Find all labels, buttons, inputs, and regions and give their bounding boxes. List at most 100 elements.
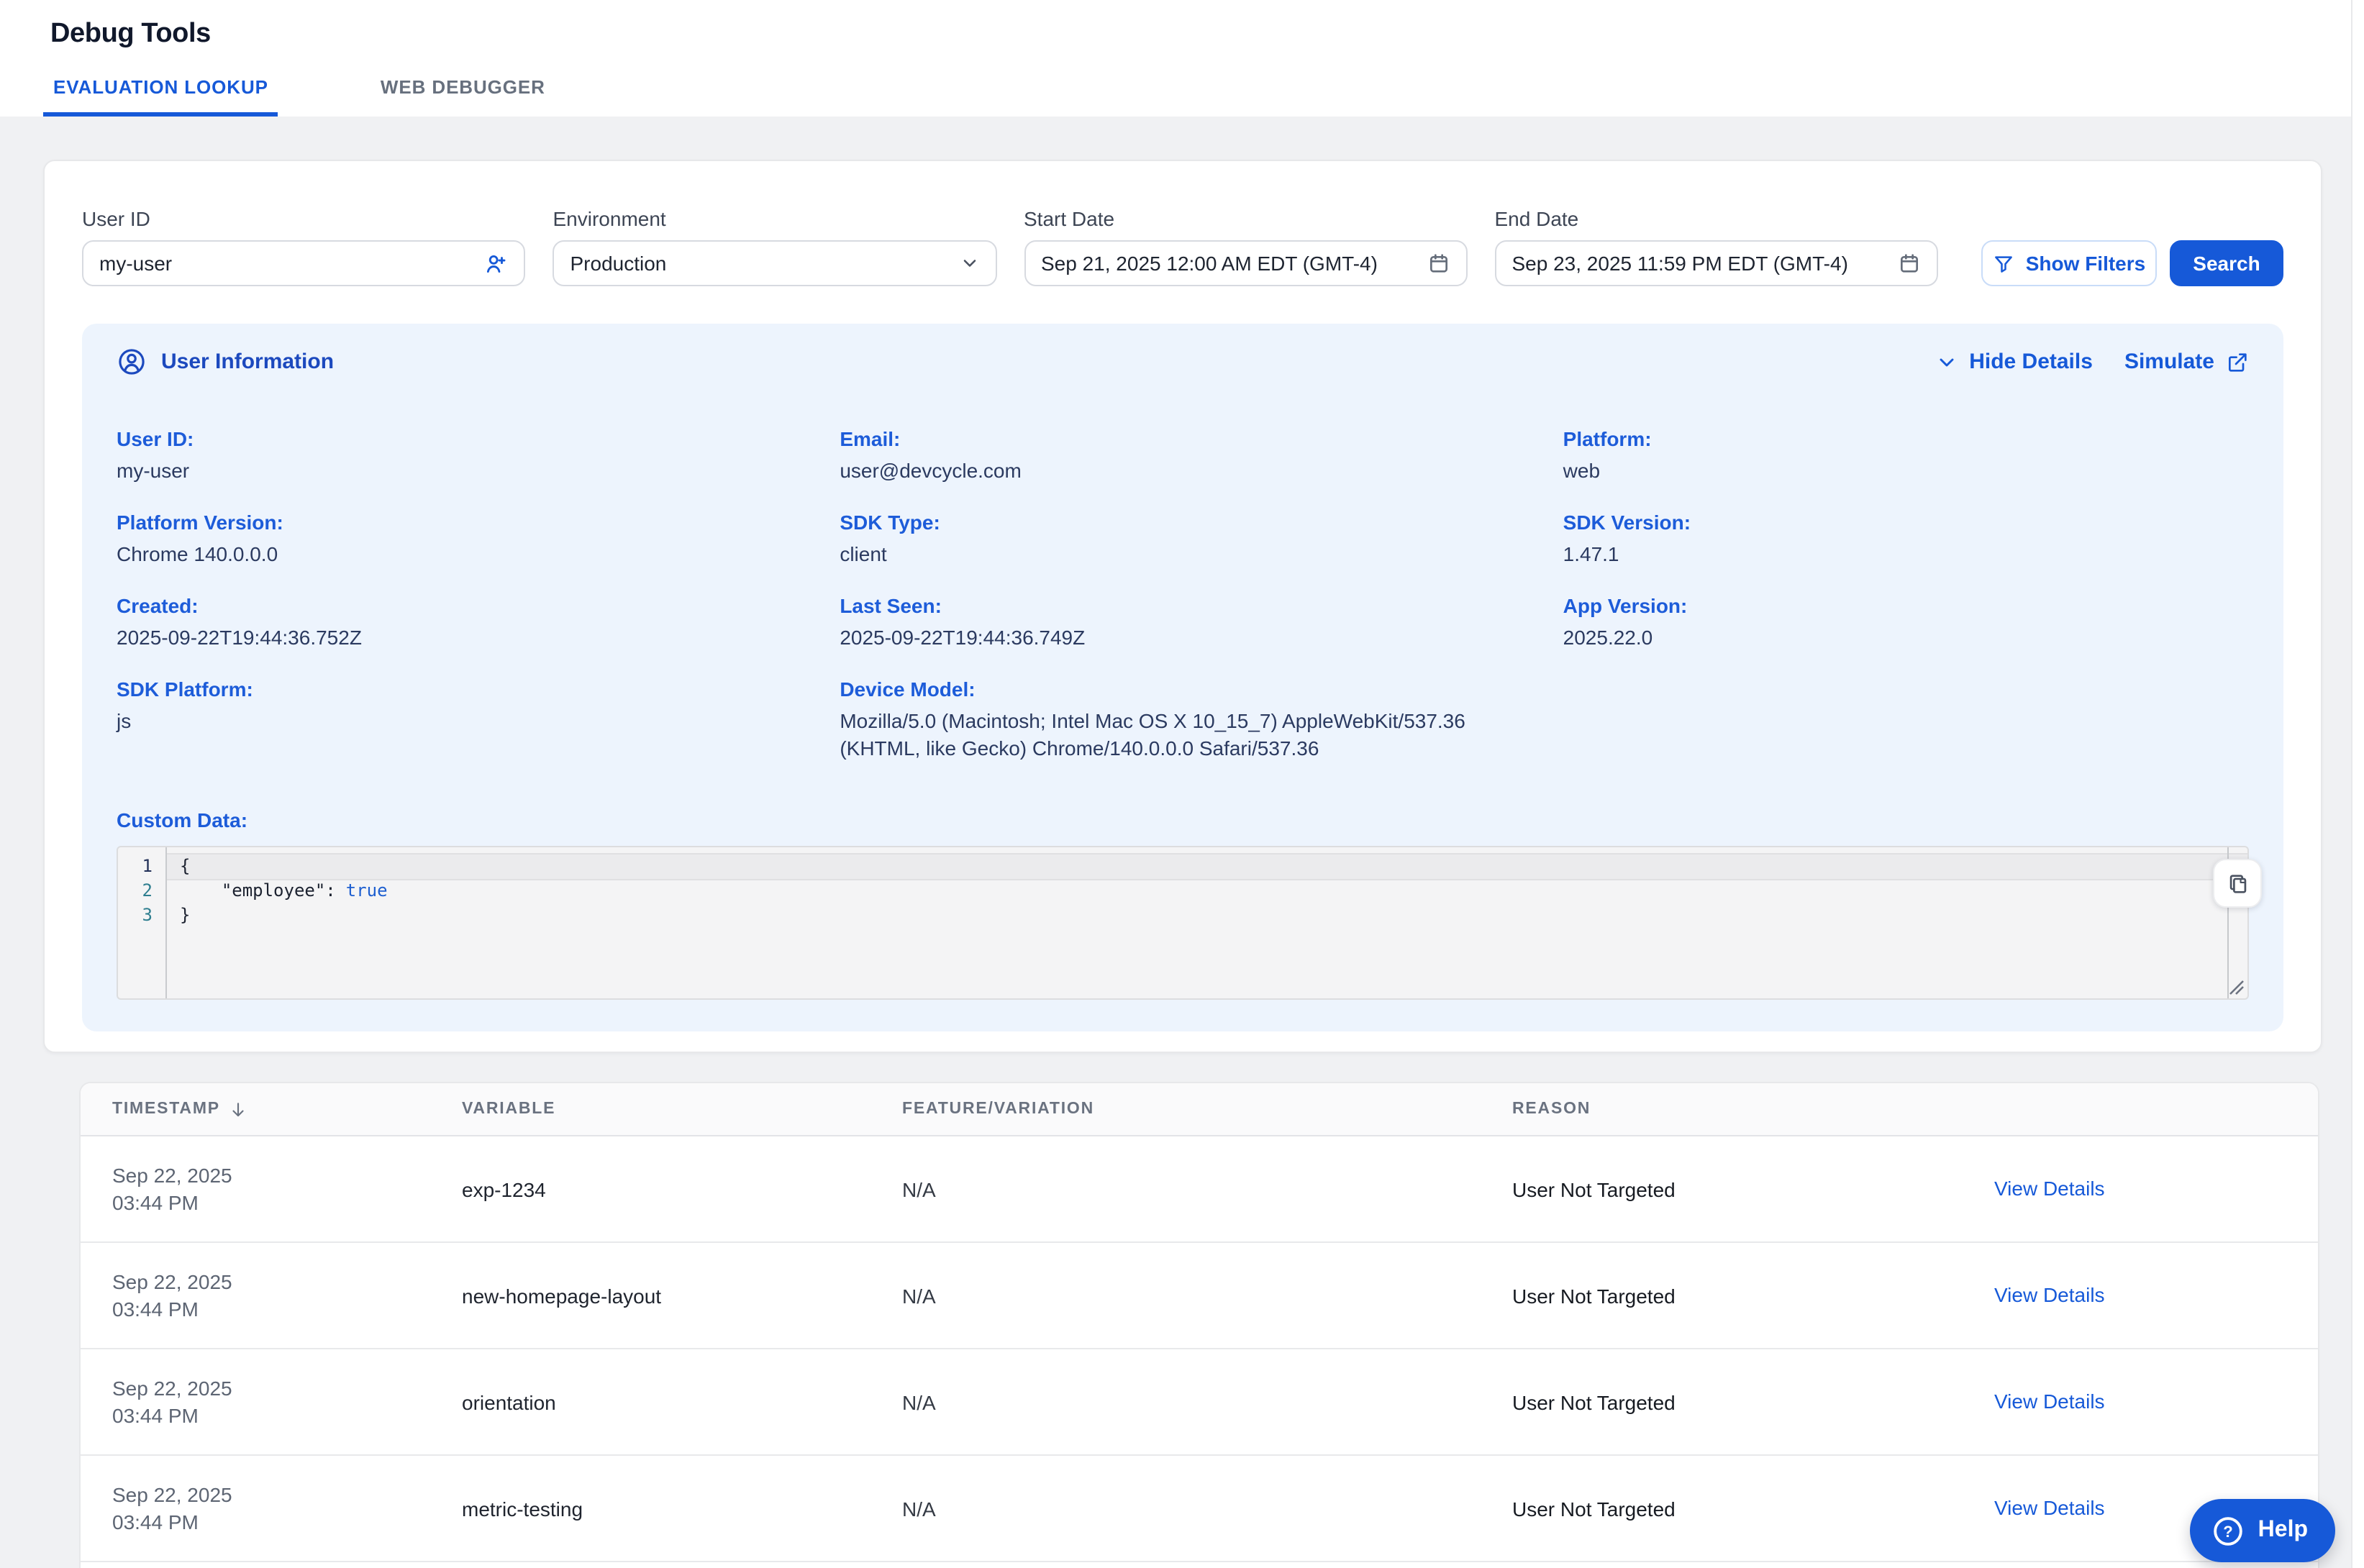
timestamp-date: Sep 22, 2025 bbox=[112, 1268, 442, 1295]
table-row: Sep 22, 202503:44 PMorientationN/AUser N… bbox=[81, 1349, 2318, 1456]
info-pair: Created: 2025-09-22T19:44:36.752Z bbox=[117, 593, 802, 652]
timestamp-time: 03:44 PM bbox=[112, 1295, 442, 1323]
search-button[interactable]: Search bbox=[2170, 240, 2283, 286]
svg-text:?: ? bbox=[2224, 1522, 2233, 1540]
code-lines: { "employee": true} bbox=[167, 847, 2247, 998]
feature-cell: N/A bbox=[902, 1497, 1512, 1520]
info-label: Platform Version: bbox=[117, 509, 802, 537]
evaluations-table: TIMESTAMP VARIABLE FEATURE/VARIATION REA… bbox=[79, 1082, 2319, 1568]
view-details-link[interactable]: View Details bbox=[1994, 1176, 2105, 1199]
line-number: 3 bbox=[118, 903, 153, 928]
reason-cell: User Not Targeted bbox=[1512, 1284, 1994, 1307]
help-button[interactable]: ? Help bbox=[2191, 1499, 2335, 1562]
hide-details-label: Hide Details bbox=[1969, 350, 2093, 374]
variable-cell: metric-testing bbox=[462, 1497, 902, 1520]
timestamp-cell: Sep 22, 202503:44 PM bbox=[112, 1162, 462, 1216]
filter-row: User ID my-user Environment Production bbox=[82, 207, 2283, 286]
info-label: SDK Version: bbox=[1563, 509, 2249, 537]
column-header-feature-variation[interactable]: FEATURE/VARIATION bbox=[902, 1100, 1512, 1118]
user-id-value: my-user bbox=[99, 252, 172, 275]
filter-buttons: Show Filters Search bbox=[1981, 240, 2283, 286]
feature-cell: N/A bbox=[902, 1177, 1512, 1200]
external-link-icon bbox=[2226, 350, 2249, 373]
user-info-grid: User ID:my-userPlatform Version:Chrome 1… bbox=[117, 426, 2249, 787]
variable-cell: orientation bbox=[462, 1390, 902, 1413]
environment-value: Production bbox=[570, 252, 667, 275]
lookup-card: User ID my-user Environment Production bbox=[43, 160, 2322, 1053]
environment-field: Environment Production bbox=[553, 207, 997, 286]
end-date-field: End Date Sep 23, 2025 11:59 PM EDT (GMT-… bbox=[1495, 207, 1939, 286]
view-details-link[interactable]: View Details bbox=[1994, 1495, 2105, 1518]
start-date-input[interactable]: Sep 21, 2025 12:00 AM EDT (GMT-4) bbox=[1024, 240, 1468, 286]
column-header-timestamp[interactable]: TIMESTAMP bbox=[112, 1100, 462, 1118]
simulate-button[interactable]: Simulate bbox=[2124, 350, 2249, 374]
tab-evaluation-lookup[interactable]: EVALUATION LOOKUP bbox=[43, 76, 278, 117]
feature-cell: N/A bbox=[902, 1284, 1512, 1307]
info-label: Created: bbox=[117, 593, 802, 620]
end-date-input[interactable]: Sep 23, 2025 11:59 PM EDT (GMT-4) bbox=[1495, 240, 1939, 286]
simulate-label: Simulate bbox=[2124, 350, 2214, 374]
scrollbar[interactable] bbox=[2351, 0, 2364, 1568]
feature-value: N/A bbox=[902, 1497, 1492, 1520]
page-title: Debug Tools bbox=[50, 19, 211, 50]
info-value: 2025-09-22T19:44:36.752Z bbox=[117, 624, 802, 652]
resize-handle-icon[interactable] bbox=[2227, 978, 2245, 995]
environment-select[interactable]: Production bbox=[553, 240, 997, 286]
info-pair: Platform Version:Chrome 140.0.0.0 bbox=[117, 509, 802, 568]
info-pair: SDK Version:1.47.1 bbox=[1563, 509, 2249, 568]
calendar-icon[interactable] bbox=[1886, 252, 1921, 275]
line-number: 2 bbox=[118, 879, 153, 903]
info-value: web bbox=[1563, 457, 2249, 485]
line-number: 1 bbox=[118, 854, 153, 879]
table-header: TIMESTAMP VARIABLE FEATURE/VARIATION REA… bbox=[81, 1083, 2318, 1136]
end-date-value: Sep 23, 2025 11:59 PM EDT (GMT-4) bbox=[1512, 252, 1848, 275]
info-label: Platform: bbox=[1563, 426, 2249, 453]
info-pair: App Version:2025.22.0 bbox=[1563, 593, 2249, 652]
feature-value: N/A bbox=[902, 1390, 1492, 1413]
timestamp-date: Sep 22, 2025 bbox=[112, 1481, 442, 1508]
person-add-icon[interactable] bbox=[473, 251, 509, 275]
environment-label: Environment bbox=[553, 207, 997, 230]
timestamp-cell: Sep 22, 202503:44 PM bbox=[112, 1481, 462, 1536]
user-id-input[interactable]: my-user bbox=[82, 240, 526, 286]
info-pair: Last Seen:2025-09-22T19:44:36.749Z bbox=[840, 593, 1525, 652]
info-pair: SDK Type:client bbox=[840, 509, 1525, 568]
chevron-down-icon bbox=[947, 253, 979, 273]
table-row: Sep 22, 202503:44 PMnew-homepage-layoutN… bbox=[81, 1243, 2318, 1349]
code-token: { bbox=[180, 856, 190, 876]
code-value: true bbox=[346, 880, 388, 901]
info-value: my-user bbox=[117, 457, 802, 485]
custom-data-editor[interactable]: 123 { "employee": true} bbox=[117, 846, 2249, 1000]
code-gutter: 123 bbox=[118, 847, 167, 998]
page-body: User ID my-user Environment Production bbox=[0, 117, 2364, 1568]
code-line: } bbox=[167, 903, 2247, 928]
view-details-link[interactable]: View Details bbox=[1994, 1389, 2105, 1412]
table-row: Sep 22, 202503:44 PMexp-1234N/AUser Not … bbox=[81, 1136, 2318, 1243]
info-value: 2025.22.0 bbox=[1563, 624, 2249, 652]
code-key: "employee": bbox=[222, 880, 336, 901]
code-line: "employee": true bbox=[167, 879, 2247, 903]
hide-details-button[interactable]: Hide Details bbox=[1935, 350, 2093, 374]
copy-button[interactable] bbox=[2213, 859, 2262, 908]
user-information-title: User Information bbox=[161, 350, 334, 374]
info-pair: SDK Platform:js bbox=[117, 676, 802, 735]
timestamp-time: 03:44 PM bbox=[112, 1508, 442, 1536]
view-details-link[interactable]: View Details bbox=[1994, 1282, 2105, 1305]
show-filters-button[interactable]: Show Filters bbox=[1981, 240, 2157, 286]
timestamp-date: Sep 22, 2025 bbox=[112, 1375, 442, 1402]
copy-icon bbox=[2225, 871, 2250, 895]
user-information-header: User Information Hide Details Simulate bbox=[117, 347, 2249, 377]
code-indent bbox=[180, 880, 222, 901]
tab-web-debugger[interactable]: WEB DEBUGGER bbox=[370, 76, 555, 117]
reason-cell: User Not Targeted bbox=[1512, 1177, 1994, 1200]
start-date-label: Start Date bbox=[1024, 207, 1468, 230]
calendar-icon[interactable] bbox=[1416, 252, 1450, 275]
column-header-reason[interactable]: REASON bbox=[1512, 1100, 1994, 1118]
info-pair: Email:user@devcycle.com bbox=[840, 426, 1525, 485]
info-value: 2025-09-22T19:44:36.749Z bbox=[840, 624, 1525, 652]
feature-value: N/A bbox=[902, 1284, 1492, 1307]
funnel-icon bbox=[1993, 252, 2014, 274]
start-date-value: Sep 21, 2025 12:00 AM EDT (GMT-4) bbox=[1041, 252, 1378, 275]
column-header-variable[interactable]: VARIABLE bbox=[462, 1100, 902, 1118]
custom-data-label: Custom Data: bbox=[117, 807, 2249, 834]
